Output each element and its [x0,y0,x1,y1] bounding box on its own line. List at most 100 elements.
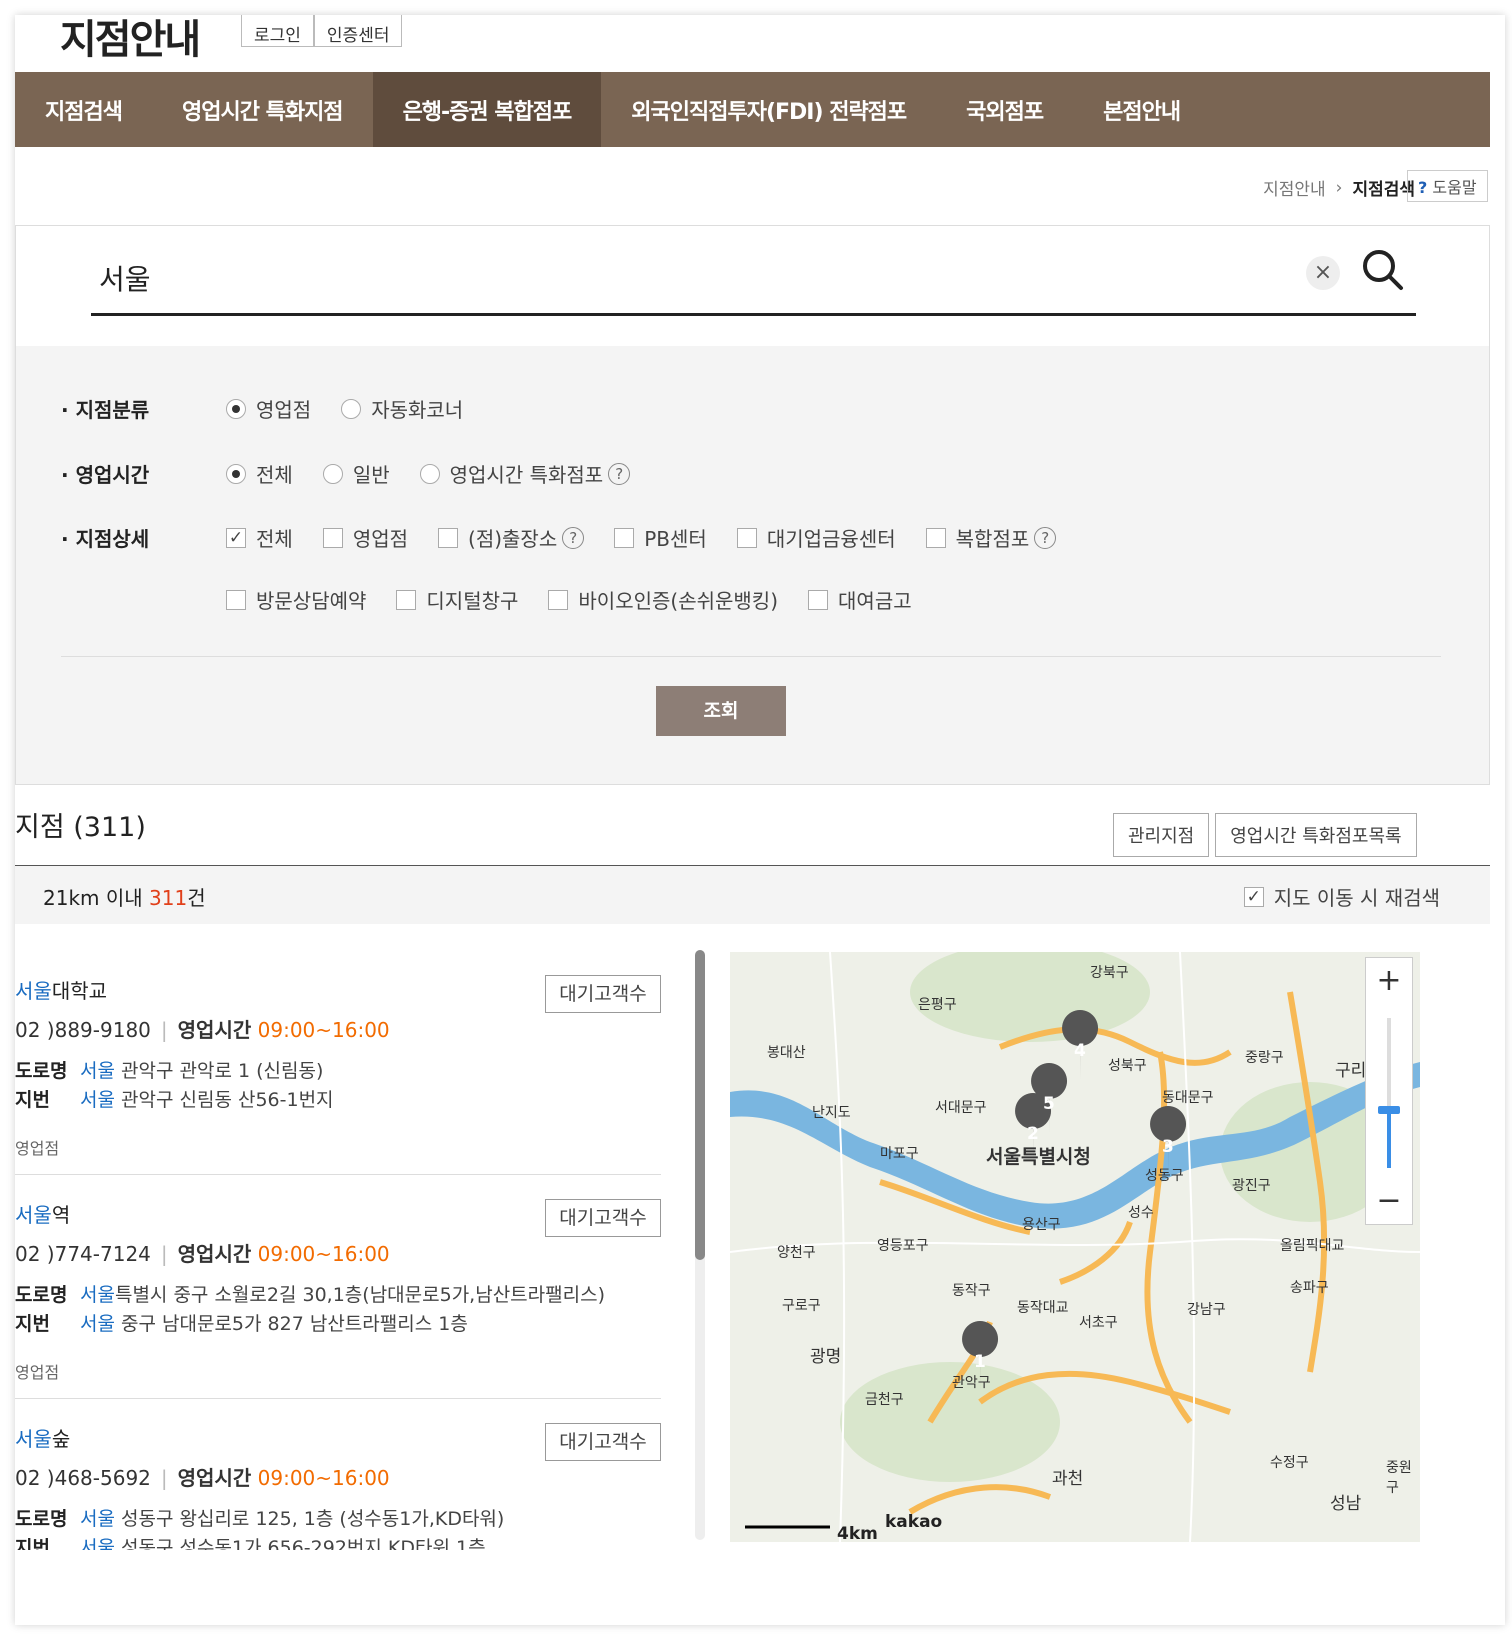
map-label: 영등포구 [877,1238,929,1254]
nav-branch-search[interactable]: 지점검색 [15,72,152,147]
map-label: 중랑구 [1245,1050,1284,1066]
filter-category-label: · 지점분류 [61,398,150,422]
cert-center-link[interactable]: 인증센터 [313,15,403,47]
branch-address: 도로명 서울 성동구 왕십리로 125, 1층 (성수동1가,KD타워) 지번 서울… [15,1508,505,1550]
list-item[interactable]: 서울대학교 02 )889-9180 | 영업시간 09:00~16:00 도로명 서… [15,975,665,1159]
check-safe[interactable]: 대여금고 [808,585,912,614]
list-item[interactable]: 서울역 02 )774-7124 | 영업시간 09:00~16:00 도로명 서울특… [15,1199,665,1383]
check-pb[interactable]: PB센터 [614,523,707,552]
login-link[interactable]: 로그인 [241,15,314,47]
map-label: 서대문구 [935,1100,987,1116]
check-corporate[interactable]: 대기업금융센터 [736,523,896,552]
research-toggle[interactable]: ✓ 지도 이동 시 재검색 [1243,882,1440,911]
map-label: 성남 [1330,1494,1362,1514]
scrollbar-thumb[interactable] [695,950,705,1260]
branch-tel: 02 )774-7124 | 영업시간 09:00~16:00 [15,1242,390,1266]
map-center-label: 서울특별시청 [986,1146,1091,1168]
result-bar: 21km 이내 311건 ✓ 지도 이동 시 재검색 [15,866,1490,924]
divider [15,1174,661,1175]
map-label: 중원구 [1386,1460,1412,1496]
search-value: 서울 [99,263,151,296]
map-label: 서초구 [1079,1315,1118,1331]
radio-special-hours[interactable]: 영업시간 특화점포? [419,459,631,488]
list-title: 지점 (311) [15,812,146,843]
check-office[interactable]: (점)출장소? [438,523,585,552]
question-icon: ? [1418,178,1428,197]
result-count: 21km 이내 311건 [43,886,206,910]
check-bio[interactable]: 바이오인증(손쉬운뱅킹) [548,585,778,614]
submit-button[interactable]: 조회 [656,686,786,736]
breadcrumb-current: 지점검색 [1352,180,1415,200]
branch-address: 도로명 서울 관악구 관악로 1 (신림동) 지번 서울 관악구 신림동 산56-1… [15,1060,334,1111]
check-digital[interactable]: 디지털창구 [396,585,518,614]
map-scale: 4km [837,1524,878,1542]
nav-bank-securities[interactable]: 은행-증권 복합점포 [372,72,602,147]
zoom-out-button[interactable]: − [1366,1178,1412,1224]
branch-address: 도로명 서울특별시 중구 소월로2길 30,1층(남대문로5가,남산트라팰리스) … [15,1284,605,1335]
map-marker-3[interactable]: 3 [1162,1137,1174,1157]
wait-count-button[interactable]: 대기고객수 [545,975,661,1013]
breadcrumb: 지점안내 › 지점검색 [1263,175,1415,201]
map-label: 마포구 [880,1146,919,1162]
nav-special-hours[interactable]: 영업시간 특화지점 [152,72,373,147]
map-label: 송파구 [1290,1280,1329,1296]
radio-branch[interactable]: 영업점 [226,394,311,423]
main-nav: 지점검색 영업시간 특화지점 은행-증권 복합점포 외국인직접투자(FDI) 전… [15,72,1490,147]
divider [15,1398,661,1399]
branch-type: 영업점 [15,1139,60,1158]
search-input[interactable]: 서울 × [91,226,1416,316]
help-button[interactable]: ? 도움말 [1407,170,1488,202]
radio-atm[interactable]: 자동화코너 [341,394,463,423]
check-visit[interactable]: 방문상담예약 [226,585,366,614]
check-all[interactable]: ✓ 전체 [226,523,293,552]
map-label: 난지도 [812,1105,851,1121]
clear-icon[interactable]: × [1306,256,1340,290]
branch-tel: 02 )468-5692 | 영업시간 09:00~16:00 [15,1466,390,1490]
map-label: 동대문구 [1162,1090,1214,1106]
map[interactable]: 1 2 3 4 5 서울특별시청 강북구 은평구 봉대산 성북구 중랑구 구리 … [730,952,1420,1542]
question-icon[interactable]: ? [562,526,585,549]
map-marker-2[interactable]: 2 [1027,1124,1039,1144]
radio-normal-hours[interactable]: 일반 [322,459,390,488]
map-label: 양천구 [777,1245,816,1261]
search-icon[interactable] [1361,248,1405,292]
question-icon[interactable]: ? [1034,526,1057,549]
map-label: 금천구 [865,1392,904,1408]
map-label: 광명 [810,1347,842,1367]
nav-fdi[interactable]: 외국인직접투자(FDI) 전략점포 [601,72,936,147]
nav-overseas[interactable]: 국외점포 [936,72,1073,147]
wait-count-button[interactable]: 대기고객수 [545,1423,661,1461]
question-icon[interactable]: ? [608,462,631,485]
radio-all-hours[interactable]: 전체 [226,459,293,488]
zoom-level [1387,1108,1391,1168]
list-scrollbar[interactable] [695,950,705,1540]
map-marker-5[interactable]: 5 [1043,1094,1055,1114]
check-complex[interactable]: 복합점포? [925,523,1057,552]
map-label: 강북구 [1090,965,1129,981]
map-label: 구리 [1335,1061,1367,1081]
help-label: 도움말 [1432,178,1477,197]
branch-type: 영업점 [15,1363,60,1382]
list-item[interactable]: 서울숲 02 )468-5692 | 영업시간 09:00~16:00 도로명 서울 … [15,1423,665,1550]
map-label: 관악구 [952,1375,991,1391]
map-label: 성동구 [1145,1168,1184,1184]
zoom-handle[interactable] [1378,1106,1400,1114]
breadcrumb-parent[interactable]: 지점안내 [1263,175,1326,200]
divider [61,656,1441,657]
zoom-in-button[interactable]: + [1366,958,1412,1004]
map-marker-1[interactable]: 1 [974,1352,986,1372]
map-label: 성수 [1128,1205,1154,1221]
manage-branch-button[interactable]: 관리지점 [1113,813,1210,857]
map-label: 동작대교 [1017,1300,1069,1316]
branch-list: 서울대학교 02 )889-9180 | 영업시간 09:00~16:00 도로명 서… [15,950,665,1550]
map-label: 강남구 [1187,1302,1226,1318]
zoom-control: + − [1365,957,1413,1225]
check-branch[interactable]: 영업점 [322,523,408,552]
checkbox-icon[interactable]: ✓ [1243,886,1264,907]
chevron-right-icon: › [1335,177,1343,198]
search-panel: 서울 × · 지점분류 영업점 자동화코너 · 영업시간 전체 일반 영업시간 … [15,225,1490,785]
special-hours-list-button[interactable]: 영업시간 특화점포목록 [1215,813,1417,857]
wait-count-button[interactable]: 대기고객수 [545,1199,661,1237]
nav-headquarters[interactable]: 본점안내 [1073,72,1210,147]
map-marker-4[interactable]: 4 [1074,1041,1086,1061]
